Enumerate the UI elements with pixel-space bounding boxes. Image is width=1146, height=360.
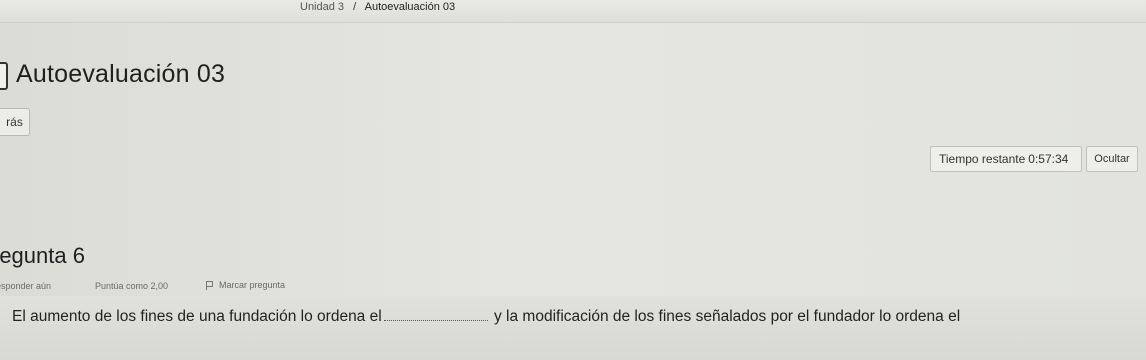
question-heading: regunta 6: [0, 243, 85, 268]
question-text-after: y la modificación de los fines señalados…: [494, 308, 961, 325]
answer-blank-1[interactable]: [383, 310, 488, 321]
top-bar: Unidad 3 / Autoevaluación 03: [0, 0, 1146, 23]
flag-question-label: Marcar pregunta: [219, 280, 286, 290]
timer-label: Tiempo restante: [939, 152, 1026, 166]
timer-value: 0:57:34: [1028, 152, 1069, 166]
quiz-icon: [0, 62, 8, 90]
back-button[interactable]: rás: [0, 108, 30, 136]
question-text-before: El aumento de los fines de una fundación…: [12, 308, 382, 325]
question-status: esponder aún: [0, 281, 52, 291]
breadcrumb-item-unit[interactable]: Unidad 3: [300, 1, 344, 13]
question-score: Puntúa como 2,00: [95, 281, 169, 291]
timer-display: Tiempo restante 0:57:34: [930, 146, 1082, 172]
hide-timer-button[interactable]: Ocultar: [1086, 146, 1138, 172]
question-text: El aumento de los fines de una fundación…: [12, 308, 960, 326]
question-content: El aumento de los fines de una fundación…: [0, 296, 1146, 360]
page-title: Autoevaluación 03: [16, 60, 226, 88]
breadcrumb-item-current[interactable]: Autoevaluación 03: [365, 1, 456, 13]
breadcrumb-separator: /: [353, 1, 357, 13]
flag-icon: [206, 281, 213, 291]
question-info: esponder aún Puntúa como 2,00 Marcar pre…: [0, 276, 1146, 296]
flag-question-link[interactable]: Marcar pregunta: [206, 280, 286, 291]
breadcrumb: Unidad 3 / Autoevaluación 03: [300, 1, 461, 13]
